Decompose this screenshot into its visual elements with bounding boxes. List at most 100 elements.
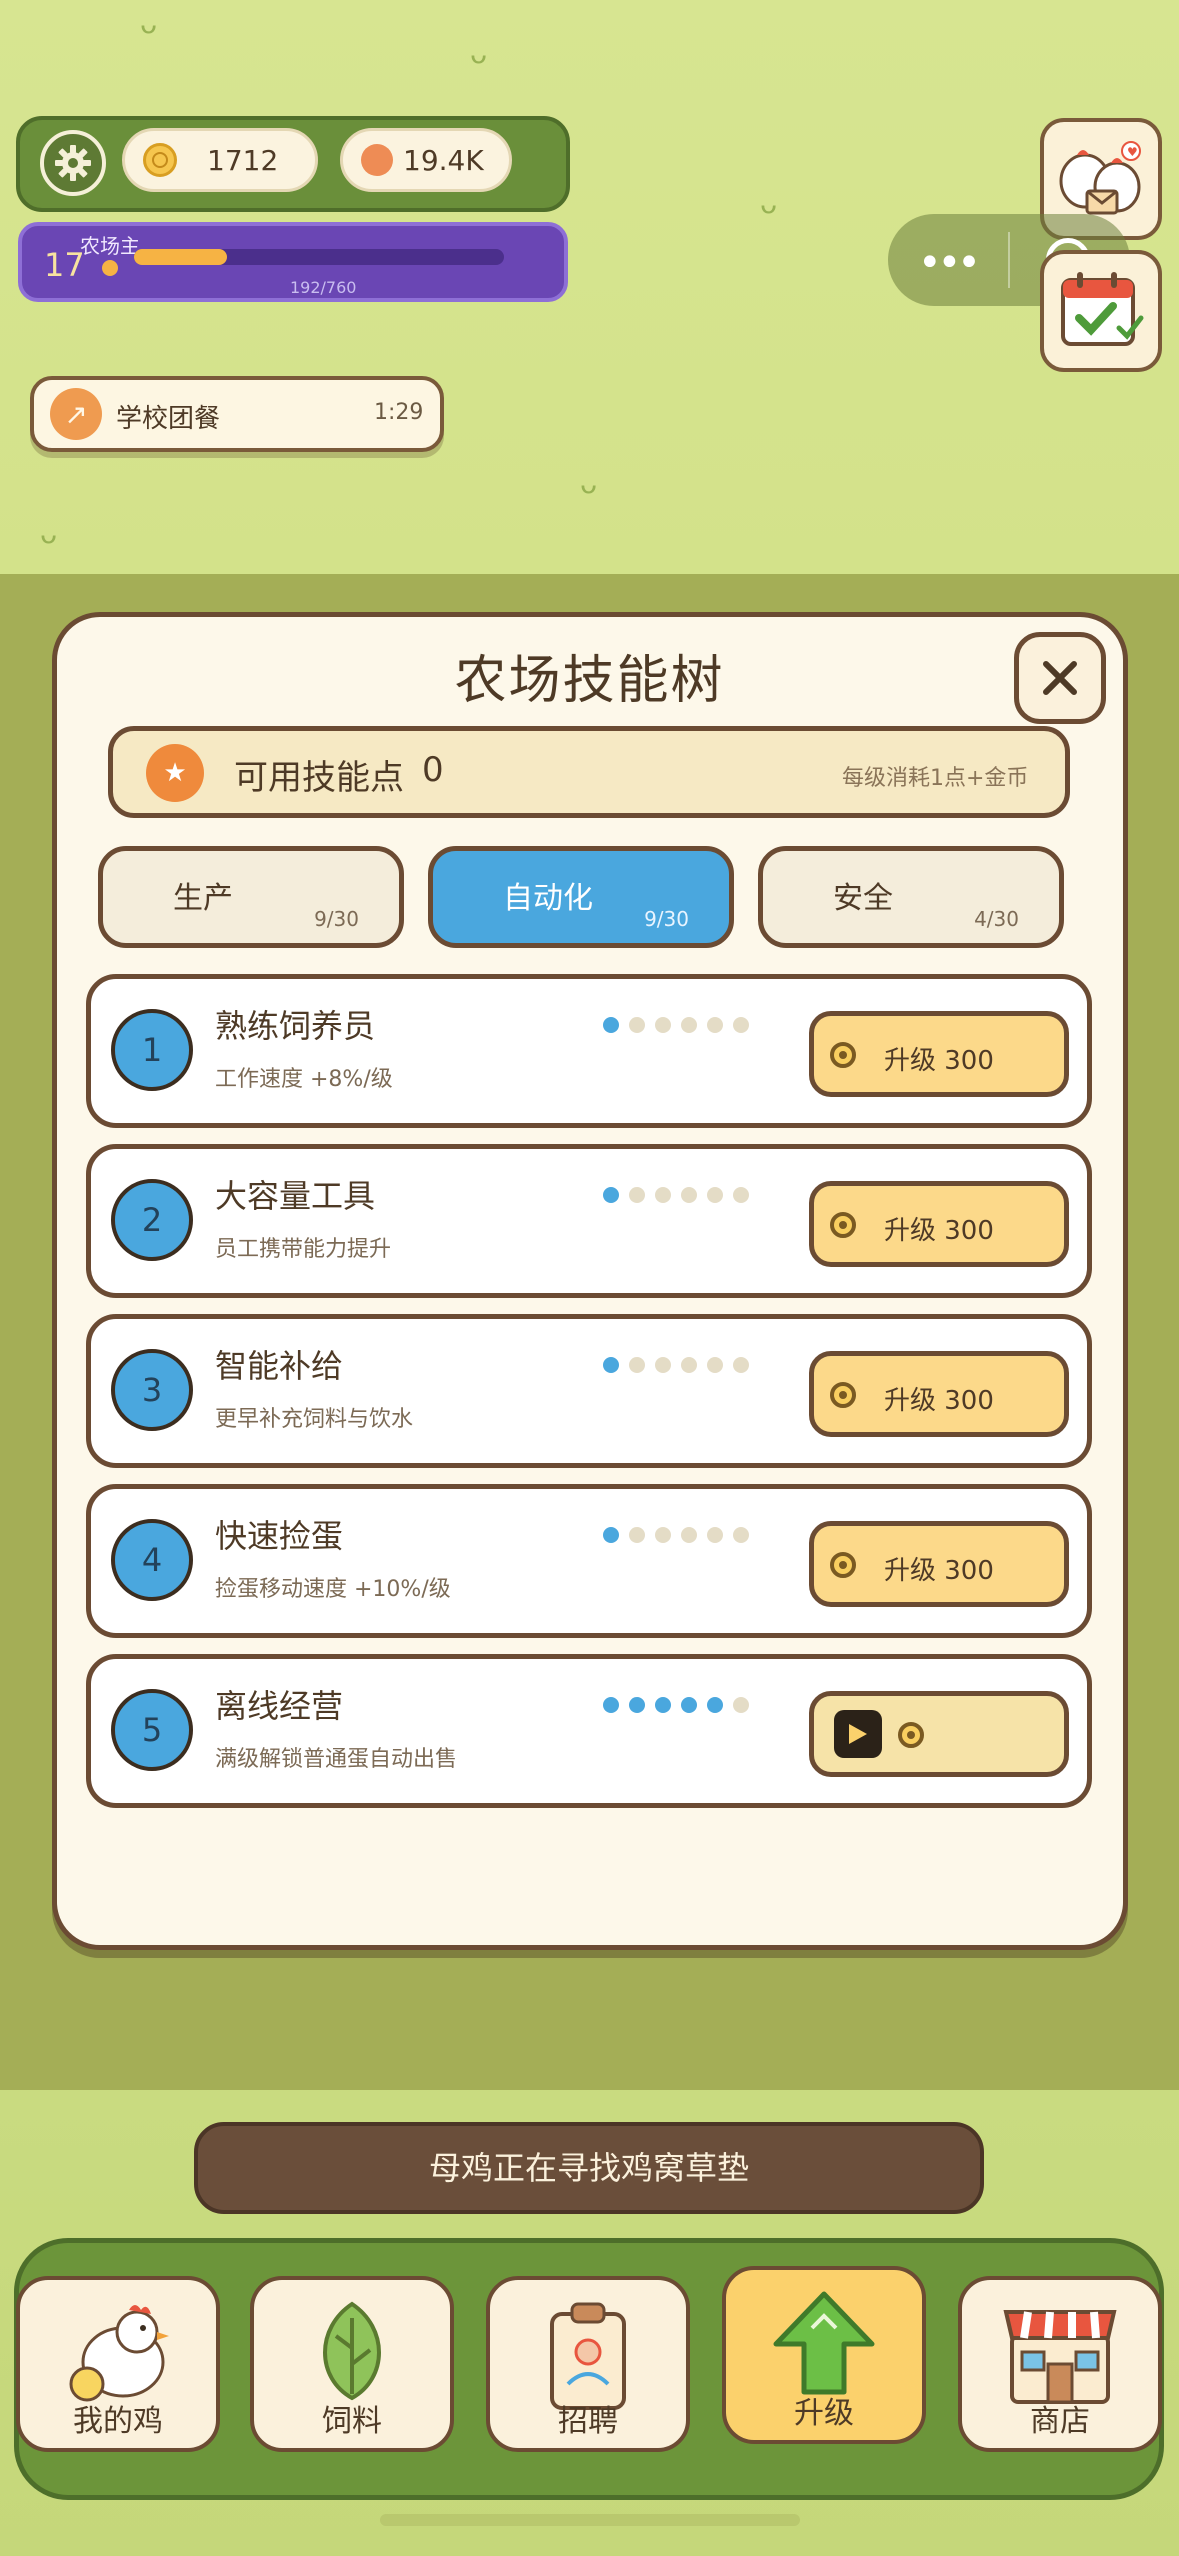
skill-row: 4 快速捡蛋 捡蛋移动速度 +10%/级 升级 300 — [86, 1484, 1092, 1638]
skill-level-dots — [603, 1697, 749, 1713]
tab-count: 9/30 — [314, 907, 359, 931]
arrow-up-right-icon: ↗ — [50, 388, 102, 440]
level-dot-empty — [655, 1187, 671, 1203]
skill-name: 离线经营 — [215, 1687, 344, 1725]
points-label: 可用技能点 — [234, 758, 404, 798]
level-dot-filled — [603, 1187, 619, 1203]
upgrade-button[interactable]: 升级 300 — [809, 1011, 1069, 1097]
xp-progress-fill — [134, 249, 228, 265]
tab-automation[interactable]: 自动化 9/30 — [428, 846, 734, 948]
more-options-icon[interactable]: ••• — [918, 240, 981, 286]
upgrade-label: 升级 300 — [884, 1216, 994, 1246]
points-cost-note: 每级消耗1点+金币 — [842, 766, 1029, 791]
grass-tuft-icon: ᴗ — [580, 467, 598, 500]
skill-number: 3 — [111, 1349, 193, 1431]
level-dot-filled — [629, 1697, 645, 1713]
level-dot-filled — [681, 1697, 697, 1713]
level-dot-empty — [733, 1187, 749, 1203]
upgrade-label: 升级 300 — [884, 1556, 994, 1586]
level-number: 17 — [44, 246, 85, 284]
grass-tuft-icon: ᴗ — [760, 187, 778, 220]
skill-number: 5 — [111, 1689, 193, 1771]
level-dot-filled — [655, 1697, 671, 1713]
skill-row: 5 离线经营 满级解锁普通蛋自动出售 — [86, 1654, 1092, 1808]
tab-production[interactable]: 生产 9/30 — [98, 846, 404, 948]
coin-amount: 1712 — [207, 143, 279, 177]
skill-number: 4 — [111, 1519, 193, 1601]
level-dot-empty — [733, 1527, 749, 1543]
close-button[interactable] — [1014, 632, 1106, 724]
shop-icon — [1003, 2310, 1117, 2404]
skill-level-dots — [603, 1527, 749, 1543]
egg-amount: 19.4K — [403, 143, 484, 177]
level-dot-empty — [655, 1527, 671, 1543]
skill-number: 1 — [111, 1009, 193, 1091]
skill-row: 1 熟练饲养员 工作速度 +8%/级 升级 300 — [86, 974, 1092, 1128]
level-dot-filled — [707, 1697, 723, 1713]
gear-icon — [55, 145, 91, 181]
level-dot-empty — [733, 1357, 749, 1373]
level-dot-empty — [655, 1357, 671, 1373]
upgrade-label: 升级 300 — [884, 1046, 994, 1076]
level-dot-empty — [681, 1017, 697, 1033]
nav-recruit[interactable]: 招聘 — [486, 2276, 690, 2452]
xp-dot-icon — [102, 260, 118, 276]
level-dot-filled — [603, 1017, 619, 1033]
tab-safety[interactable]: 安全 4/30 — [758, 846, 1064, 948]
skill-row: 3 智能补给 更早补充饲料与饮水 升级 300 — [86, 1314, 1092, 1468]
upgrade-label: 升级 300 — [884, 1386, 994, 1416]
chicken-mail-icon: ♥ — [1059, 141, 1141, 215]
level-dot-empty — [707, 1187, 723, 1203]
nav-shop[interactable]: 商店 — [958, 2276, 1162, 2452]
upgrade-button[interactable]: 升级 300 — [809, 1181, 1069, 1267]
settings-button[interactable] — [40, 130, 106, 196]
tab-label: 安全 — [833, 881, 893, 916]
coin-icon — [830, 1042, 856, 1068]
nav-upgrade[interactable]: 升级 — [722, 2266, 926, 2444]
skill-description: 捡蛋移动速度 +10%/级 — [215, 1577, 451, 1602]
level-dot-empty — [629, 1527, 645, 1543]
level-dot-empty — [681, 1527, 697, 1543]
level-dot-filled — [603, 1697, 619, 1713]
level-dot-empty — [681, 1187, 697, 1203]
skill-description: 工作速度 +8%/级 — [215, 1067, 393, 1092]
home-indicator[interactable] — [380, 2514, 800, 2526]
nav-feed[interactable]: 饲料 — [250, 2276, 454, 2452]
skill-name: 快速捡蛋 — [215, 1517, 344, 1555]
level-dot-empty — [707, 1017, 723, 1033]
modal-title: 农场技能树 — [454, 651, 725, 711]
watch-ad-upgrade-button[interactable] — [809, 1691, 1069, 1777]
xp-text: 192/760 — [290, 278, 357, 297]
nav-label: 饲料 — [322, 2404, 382, 2439]
level-dot-empty — [629, 1357, 645, 1373]
coin-icon — [830, 1382, 856, 1408]
star-icon: ★ — [146, 744, 204, 802]
level-dot-empty — [733, 1697, 749, 1713]
skill-row: 2 大容量工具 员工携带能力提升 升级 300 — [86, 1144, 1092, 1298]
level-dot-empty — [707, 1357, 723, 1373]
skill-description: 满级解锁普通蛋自动出售 — [215, 1747, 458, 1772]
task-label: 学校团餐 — [116, 404, 221, 434]
grass-tuft-icon: ᴗ — [140, 7, 158, 40]
egg-icon — [361, 144, 393, 176]
skill-name: 大容量工具 — [215, 1177, 376, 1215]
skill-description: 员工携带能力提升 — [215, 1237, 392, 1262]
skill-name: 智能补给 — [215, 1347, 344, 1385]
nav-my-chickens[interactable]: 我的鸡 — [16, 2276, 220, 2452]
nav-label: 升级 — [794, 2396, 854, 2431]
skill-level-dots — [603, 1357, 749, 1373]
level-dot-empty — [629, 1017, 645, 1033]
daily-checkin-button[interactable] — [1040, 250, 1162, 372]
video-play-icon — [834, 1710, 882, 1758]
coin-icon — [830, 1212, 856, 1238]
upgrade-button[interactable]: 升级 300 — [809, 1521, 1069, 1607]
skill-description: 更早补充饲料与饮水 — [215, 1407, 414, 1432]
tab-label: 自动化 — [503, 881, 593, 916]
coin-counter[interactable]: 1712 — [122, 128, 318, 192]
level-dot-empty — [629, 1187, 645, 1203]
level-dot-empty — [655, 1017, 671, 1033]
task-timer: 1:29 — [374, 400, 424, 425]
upgrade-button[interactable]: 升级 300 — [809, 1351, 1069, 1437]
skill-name: 熟练饲养员 — [215, 1007, 376, 1045]
egg-counter[interactable]: 19.4K — [340, 128, 512, 192]
